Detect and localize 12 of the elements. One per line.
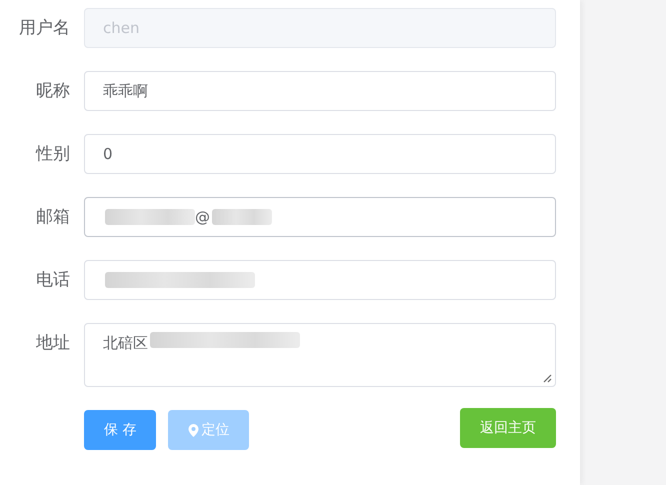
resize-handle-icon[interactable] bbox=[543, 374, 552, 383]
field-label: 邮箱 bbox=[35, 206, 70, 229]
input-field[interactable]: 乖乖啊 bbox=[84, 71, 556, 111]
field-label: 昵称 bbox=[35, 80, 70, 103]
input-field[interactable]: 0 bbox=[84, 134, 556, 174]
field-label: 性别 bbox=[34, 143, 70, 166]
text-area[interactable]: 北碚区 bbox=[84, 323, 556, 387]
input-field[interactable]: @ bbox=[84, 197, 556, 237]
field-label: 用户名 bbox=[18, 17, 70, 40]
field-label: 地址 bbox=[35, 332, 70, 355]
input-field[interactable] bbox=[84, 260, 556, 300]
field-label: 电话 bbox=[35, 269, 70, 292]
